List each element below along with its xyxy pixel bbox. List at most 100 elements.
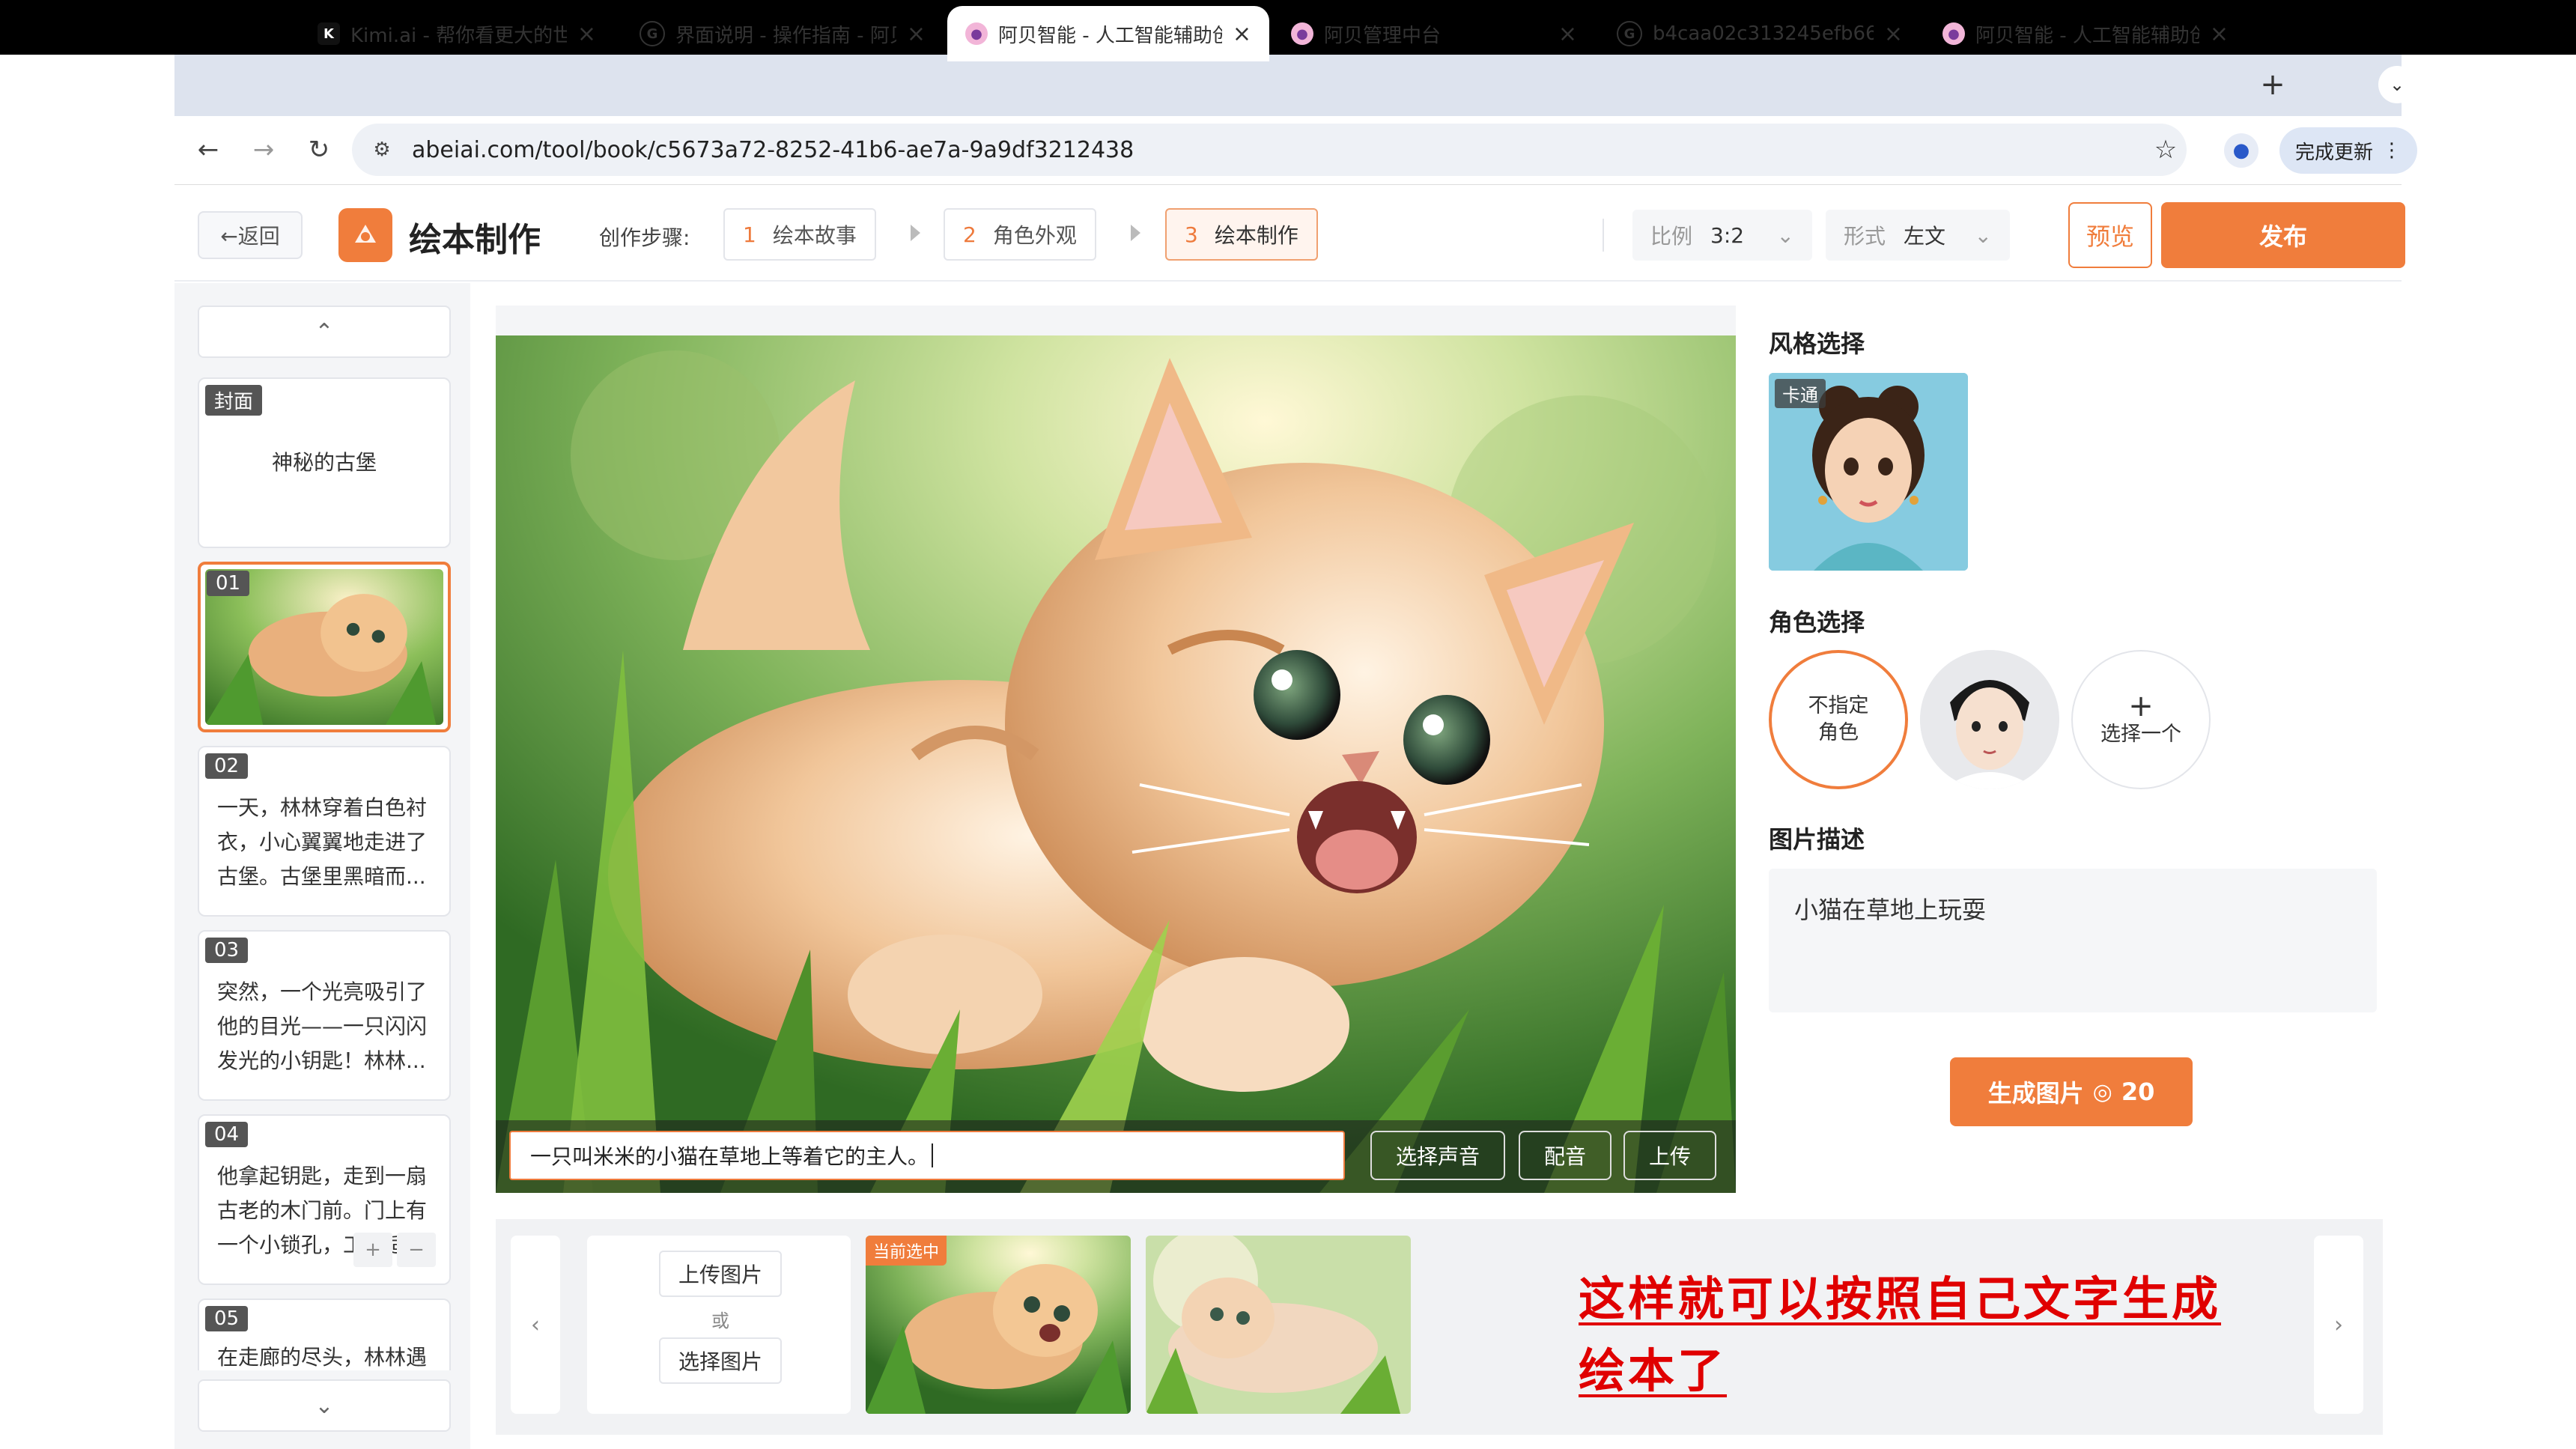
chevron-down-icon: ⌄ <box>1974 222 1992 248</box>
page-title: 绘本制作 <box>409 221 541 259</box>
page-badge: 02 <box>205 753 249 779</box>
browser-tab[interactable]: K Kimi.ai - 帮你看更大的世界 × <box>300 6 614 61</box>
update-button[interactable]: 完成更新 ⋮ <box>2279 127 2417 174</box>
close-icon[interactable]: × <box>1558 21 1577 47</box>
page-badge: 05 <box>205 1306 249 1331</box>
form-select[interactable]: 形式 左文 ⌄ <box>1826 210 2010 261</box>
generate-image-button[interactable]: 生成图片 ◎ 20 <box>1950 1057 2193 1126</box>
abei-icon: ● <box>1291 22 1313 45</box>
forward-arrow-icon[interactable]: → <box>247 133 280 166</box>
page-badge: 封面 <box>205 385 263 416</box>
page-text: 神秘的古堡 <box>271 450 377 475</box>
image-description-input[interactable]: 小猫在草地上玩耍 <box>1769 869 2377 1012</box>
chevron-right-icon[interactable]: › <box>2314 1236 2363 1414</box>
role-none-option[interactable]: 不指定 角色 <box>1769 650 1908 789</box>
dub-button[interactable]: 配音 <box>1519 1131 1611 1180</box>
page-card[interactable]: 03 突然，一个光亮吸引了他的目光——一只闪闪发光的小钥匙！林林... <box>198 930 451 1101</box>
current-selected-badge: 当前选中 <box>866 1236 947 1266</box>
zoom-in-button[interactable]: + <box>353 1233 392 1267</box>
browser-tab-active[interactable]: ● 阿贝智能 - 人工智能辅助创作 × <box>947 6 1269 61</box>
shell-coin-icon: ◎ <box>2092 1078 2112 1105</box>
select-voice-button[interactable]: 选择声音 <box>1370 1131 1505 1180</box>
reload-icon[interactable]: ↻ <box>303 133 335 166</box>
ratio-label: 比例 <box>1650 224 1693 249</box>
desc-text: 小猫在草地上玩耍 <box>1794 896 1987 924</box>
page-card[interactable]: 02 一天，林林穿着白色衬衣，小心翼翼地走进了古堡。古堡里黑暗而... <box>198 746 451 917</box>
step-number: 3 <box>1185 222 1198 247</box>
ratio-select[interactable]: 比例 3:2 ⌄ <box>1632 210 1812 261</box>
scroll-down-button[interactable]: ⌄ <box>198 1379 451 1432</box>
caption-text: 一只叫米米的小猫在草地上等着它的主人。 <box>530 1144 929 1169</box>
step-number: 2 <box>963 222 976 247</box>
close-icon[interactable]: × <box>2210 21 2229 47</box>
page-card[interactable]: 05 在走廊的尽头，林林遇 <box>198 1298 451 1370</box>
publish-button[interactable]: 发布 <box>2161 202 2405 268</box>
select-image-button[interactable]: 选择图片 <box>659 1337 782 1384</box>
url-bar[interactable]: abeiai.com/tool/book/c5673a72-8252-41b6-… <box>352 124 2187 176</box>
back-button[interactable]: ←返回 <box>198 211 303 259</box>
upload-audio-button[interactable]: 上传 <box>1623 1131 1716 1180</box>
browser-tab[interactable]: G 界面说明 - 操作指南 - 阿贝 × <box>622 6 944 61</box>
step-character[interactable]: 2 角色外观 <box>944 208 1096 261</box>
role-add-label: 选择一个 <box>2100 723 2181 746</box>
step-label: 角色外观 <box>992 223 1077 248</box>
style-option-cartoon[interactable]: 卡通 <box>1769 373 1968 571</box>
page-card-selected[interactable]: 01 <box>198 562 451 732</box>
ratio-value: 3:2 <box>1710 222 1745 248</box>
step-arrow-icon <box>911 225 920 241</box>
close-icon[interactable]: × <box>577 21 596 47</box>
page-text: 一天，林林穿着白色衬衣，小心翼翼地走进了古堡。古堡里黑暗而... <box>217 795 428 889</box>
back-arrow-icon[interactable]: ← <box>192 133 225 166</box>
browser-tab[interactable]: G b4caa02c313245efb669 × <box>1599 6 1921 61</box>
site-settings-icon[interactable]: ⚙ <box>370 138 394 162</box>
generate-cost: 20 <box>2121 1078 2155 1106</box>
candidate-image-selected[interactable]: 当前选中 <box>866 1236 1131 1414</box>
role-avatar-boy[interactable] <box>1920 650 2059 789</box>
page-badge: 04 <box>205 1122 249 1147</box>
role-none-line2: 角色 <box>1818 721 1859 744</box>
candidate-image[interactable] <box>1146 1236 1411 1414</box>
abei-icon: ● <box>1942 22 1965 45</box>
browser-tab[interactable]: ● 阿贝管理中台 × <box>1273 6 1595 61</box>
upload-image-button[interactable]: 上传图片 <box>659 1251 782 1297</box>
more-vert-icon: ⋮ <box>2382 139 2402 162</box>
role-section-title: 角色选择 <box>1769 608 1865 637</box>
divider <box>1603 219 1604 252</box>
step-arrow-icon <box>1131 225 1140 241</box>
page-card-cover[interactable]: 封面 神秘的古堡 <box>198 377 451 548</box>
page-card[interactable]: 04 他拿起钥匙，走到一扇古老的木门前。门上有一个小锁孔，工好适... + − <box>198 1114 451 1285</box>
right-margin <box>2402 55 2576 1449</box>
browser-tab[interactable]: ● 阿贝智能 - 人工智能辅助创作 × <box>1925 6 2247 61</box>
role-add-option[interactable]: + 选择一个 <box>2071 650 2211 789</box>
tab-title: 阿贝管理中台 <box>1324 24 1442 47</box>
close-icon[interactable]: × <box>907 21 926 47</box>
preview-button[interactable]: 预览 <box>2068 202 2152 268</box>
annotation-text-line1: 这样就可以按照自己文字生成 <box>1579 1272 2222 1326</box>
scroll-up-button[interactable]: ⌃ <box>198 306 451 358</box>
tab-title: b4caa02c313245efb669 <box>1653 22 1874 45</box>
step-label: 绘本制作 <box>1214 223 1298 248</box>
step-label: 绘本故事 <box>772 223 857 248</box>
page-text: 在走廊的尽头，林林遇 <box>217 1345 428 1370</box>
chevron-left-icon[interactable]: ‹ <box>511 1236 560 1414</box>
profile-avatar-icon[interactable]: ● <box>2224 133 2258 168</box>
caption-input[interactable]: 一只叫米米的小猫在草地上等着它的主人。 <box>509 1131 1345 1180</box>
close-icon[interactable]: × <box>1233 21 1251 47</box>
form-label: 形式 <box>1844 224 1886 249</box>
page-text: 突然，一个光亮吸引了他的目光——一只闪闪发光的小钥匙！林林... <box>217 979 428 1073</box>
desc-section-title: 图片描述 <box>1769 825 1865 854</box>
tab-title: 阿贝智能 - 人工智能辅助创作 <box>1975 24 2199 47</box>
or-label: 或 <box>711 1310 729 1331</box>
close-icon[interactable]: × <box>1884 21 1903 47</box>
tab-title: 界面说明 - 操作指南 - 阿贝 <box>675 24 896 47</box>
app-logo-icon <box>338 208 392 262</box>
zoom-out-button[interactable]: − <box>397 1233 436 1267</box>
left-margin <box>0 55 174 1449</box>
generate-label: 生成图片 <box>1987 1079 2084 1108</box>
tab-search-chevron-icon[interactable]: ⌄ <box>2378 66 2416 103</box>
step-production[interactable]: 3 绘本制作 <box>1165 208 1318 261</box>
new-tab-button[interactable]: + <box>2254 66 2291 103</box>
main-illustration[interactable] <box>496 335 1736 1193</box>
bookmark-star-icon[interactable]: ☆ <box>2151 135 2181 165</box>
step-story[interactable]: 1 绘本故事 <box>723 208 876 261</box>
